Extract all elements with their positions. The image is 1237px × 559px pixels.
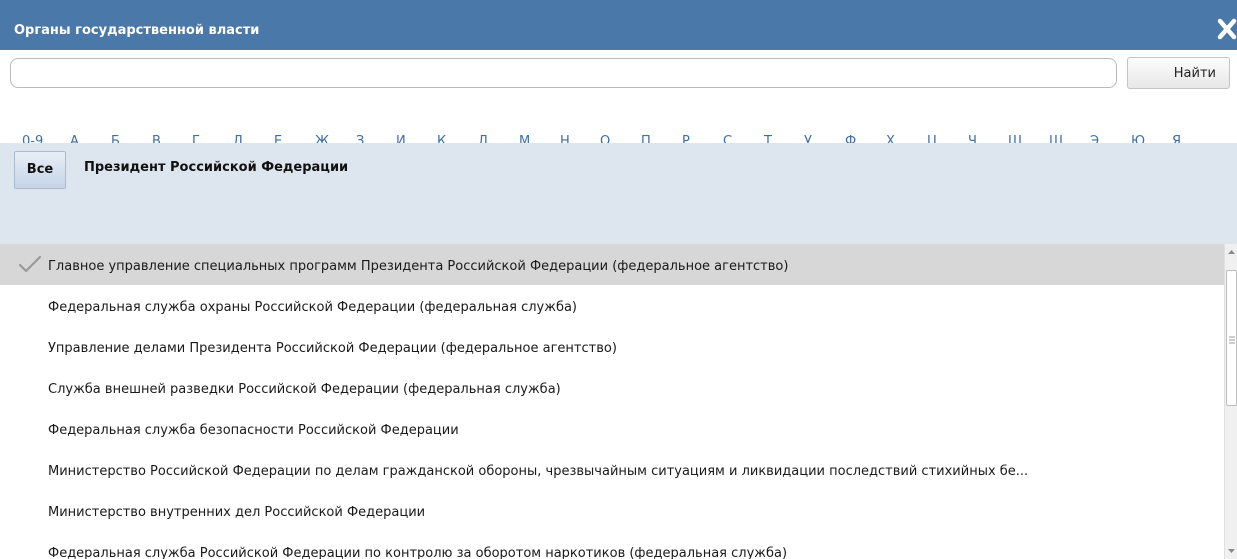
- close-icon[interactable]: [1217, 16, 1237, 42]
- list-item-label: Федеральная служба охраны Российской Фед…: [48, 300, 578, 315]
- chevron-down-icon[interactable]: [1225, 543, 1237, 559]
- list-item[interactable]: Служба внешней разведки Российской Федер…: [0, 367, 1224, 408]
- list-item-label: Министерство Российской Федерации по дел…: [48, 464, 1029, 479]
- search-button[interactable]: Найти: [1127, 57, 1230, 89]
- dialog-titlebar: Органы государственной власти: [0, 0, 1237, 50]
- list-item[interactable]: Управление делами Президента Российской …: [0, 326, 1224, 367]
- list-item-label: Федеральная служба Российской Федерации …: [48, 546, 788, 559]
- list-scrollbar[interactable]: [1224, 244, 1237, 559]
- group-title: Президент Российской Федерации: [84, 160, 349, 175]
- search-input[interactable]: [10, 58, 1117, 88]
- list-item-label: Управление делами Президента Российской …: [48, 341, 617, 356]
- list-item[interactable]: Федеральная служба безопасности Российск…: [0, 408, 1224, 449]
- list-item[interactable]: Федеральная служба охраны Российской Фед…: [0, 285, 1224, 326]
- list-item-label: Служба внешней разведки Российской Федер…: [48, 382, 561, 397]
- list-item[interactable]: Министерство Российской Федерации по дел…: [0, 449, 1224, 490]
- check-icon: [18, 255, 42, 275]
- list-item-label: Министерство внутренних дел Российской Ф…: [48, 505, 426, 520]
- list-item-label: Главное управление специальных программ …: [48, 259, 789, 274]
- authorities-list: Главное управление специальных программ …: [0, 244, 1224, 559]
- grip-icon: [1229, 333, 1235, 344]
- authorities-dialog: Органы государственной власти Найти 0-9 А…: [0, 0, 1237, 559]
- scrollbar-thumb[interactable]: [1226, 270, 1237, 406]
- group-header: Все Президент Российской Федерации: [0, 143, 1237, 244]
- dialog-title: Органы государственной власти: [14, 23, 260, 38]
- search-bar: Найти: [0, 52, 1237, 92]
- list-item[interactable]: Главное управление специальных программ …: [0, 244, 1224, 285]
- list-item[interactable]: Федеральная служба Российской Федерации …: [0, 531, 1224, 559]
- all-button[interactable]: Все: [14, 151, 66, 189]
- list-item[interactable]: Министерство внутренних дел Российской Ф…: [0, 490, 1224, 531]
- list-item-label: Федеральная служба безопасности Российск…: [48, 423, 459, 438]
- chevron-up-icon[interactable]: [1225, 244, 1237, 260]
